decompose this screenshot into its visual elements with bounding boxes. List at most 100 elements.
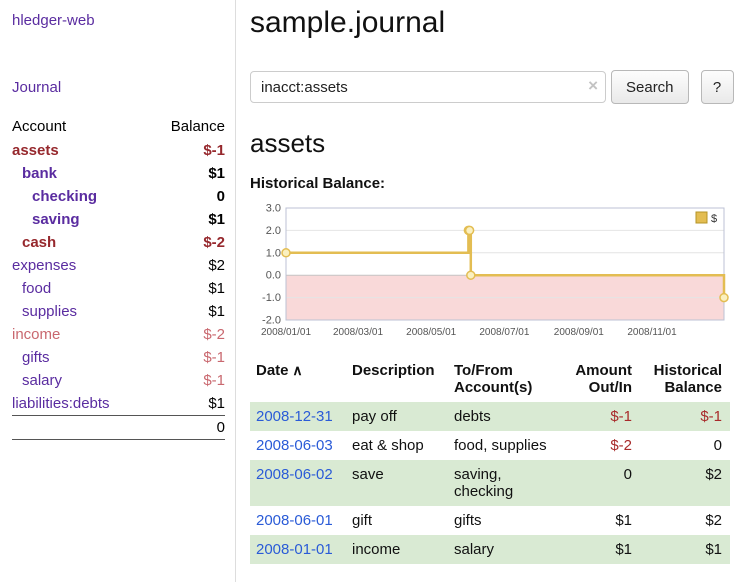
register-row: 2008-12-31pay offdebts$-1$-1	[250, 402, 730, 431]
cell-balance: $2	[640, 506, 730, 535]
account-link[interactable]: bank	[22, 165, 57, 182]
cell-description: eat & shop	[346, 431, 448, 460]
transaction-date-link[interactable]: 2008-01-01	[256, 541, 333, 558]
account-link[interactable]: salary	[22, 372, 62, 389]
account-link[interactable]: checking	[32, 188, 97, 205]
account-row: checking 0	[12, 185, 225, 208]
account-row: income $-2	[12, 323, 225, 346]
account-link[interactable]: expenses	[12, 257, 76, 274]
account-link[interactable]: food	[22, 280, 51, 297]
cell-description: gift	[346, 506, 448, 535]
x-tick-label: 2008/07/01	[479, 327, 529, 338]
account-row: liabilities:debts $1	[12, 392, 225, 416]
data-point-marker	[720, 294, 728, 302]
register-header-description: Description	[346, 360, 448, 402]
y-tick-label: 1.0	[266, 247, 281, 259]
cell-date: 2008-06-01	[250, 506, 346, 535]
y-tick-label: -1.0	[262, 292, 281, 304]
account-row: saving $1	[12, 208, 225, 231]
account-row: gifts$-1	[12, 346, 225, 369]
cell-accounts: salary	[448, 535, 560, 564]
register-header-historical: Historical Balance	[640, 360, 730, 402]
account-balance: $-2	[149, 231, 225, 254]
cell-amount: $1	[560, 535, 640, 564]
account-row: cash $-2	[12, 231, 225, 254]
register-header-to-from: To/From Account(s)	[448, 360, 560, 402]
account-balance: $-1	[149, 139, 225, 162]
journal-link[interactable]: Journal	[12, 79, 61, 96]
cell-date: 2008-12-31	[250, 402, 346, 431]
accounts-table: Account Balance assets$-1bank$1checking0…	[12, 114, 225, 440]
account-balance: $1	[149, 208, 225, 231]
account-balance: $1	[149, 277, 225, 300]
y-tick-label: 0.0	[266, 270, 281, 282]
account-link[interactable]: gifts	[22, 349, 50, 366]
cell-date: 2008-06-02	[250, 460, 346, 506]
account-row: bank$1	[12, 162, 225, 185]
app-window: hledger-web Journal Account Balance asse…	[0, 0, 742, 582]
x-tick-label: 2008/09/01	[554, 327, 604, 338]
sort-asc-icon: ∧	[289, 362, 303, 378]
cell-date: 2008-01-01	[250, 535, 346, 564]
account-link[interactable]: income	[12, 326, 60, 343]
data-point-marker	[282, 249, 290, 257]
register-header-date[interactable]: Date ∧	[250, 360, 346, 402]
account-link[interactable]: cash	[22, 234, 56, 251]
x-tick-label: 2008/03/01	[333, 327, 383, 338]
legend-label: $	[711, 213, 717, 225]
account-row: assets $-1	[12, 139, 225, 162]
x-tick-label: 2008/05/01	[406, 327, 456, 338]
app-home-link[interactable]: hledger-web	[12, 12, 95, 29]
account-balance: $1	[149, 300, 225, 323]
account-balance: $-1	[149, 369, 225, 392]
account-balance: 0	[149, 185, 225, 208]
transaction-date-link[interactable]: 2008-12-31	[256, 408, 333, 425]
search-button[interactable]: Search	[611, 70, 689, 104]
journal-nav: Journal	[12, 79, 225, 96]
transaction-date-link[interactable]: 2008-06-03	[256, 437, 333, 454]
cell-amount: $-1	[560, 402, 640, 431]
x-tick-label: 2008/01/01	[261, 327, 311, 338]
cell-date: 2008-06-03	[250, 431, 346, 460]
search-input-wrap: ×	[250, 71, 606, 103]
register-header-row: Date ∧DescriptionTo/From Account(s)Amoun…	[250, 360, 730, 402]
x-tick-label: 2008/11/01	[627, 327, 677, 338]
account-link[interactable]: saving	[32, 211, 80, 228]
accounts-total-value: 0	[149, 416, 225, 440]
transaction-date-link[interactable]: 2008-06-01	[256, 512, 333, 529]
account-balance: $1	[149, 392, 225, 416]
historical-balance-chart: 3.02.01.00.0-1.0-2.02008/01/012008/03/01…	[250, 198, 732, 348]
help-button[interactable]: ?	[701, 70, 734, 104]
account-row: supplies $1	[12, 300, 225, 323]
cell-description: income	[346, 535, 448, 564]
account-link[interactable]: liabilities:debts	[12, 395, 110, 412]
cell-description: save	[346, 460, 448, 506]
account-link[interactable]: supplies	[22, 303, 77, 320]
sidebar: hledger-web Journal Account Balance asse…	[0, 0, 236, 582]
register-row: 2008-06-02savesaving, checking0$2	[250, 460, 730, 506]
register-header-label: Date	[256, 362, 289, 379]
cell-accounts: food, supplies	[448, 431, 560, 460]
account-balance: $2	[149, 254, 225, 277]
search-input[interactable]	[250, 71, 606, 103]
cell-amount: $1	[560, 506, 640, 535]
transaction-date-link[interactable]: 2008-06-02	[256, 466, 333, 483]
register-header-label: Historical Balance	[654, 362, 722, 396]
account-link[interactable]: assets	[12, 142, 59, 159]
account-heading: assets	[250, 128, 734, 159]
clear-search-icon[interactable]: ×	[588, 77, 598, 94]
register-row: 2008-06-01 giftgifts$1$2	[250, 506, 730, 535]
register-header-amount: Amount Out/In	[560, 360, 640, 402]
app-title: hledger-web	[12, 12, 225, 29]
cell-description: pay off	[346, 402, 448, 431]
cell-accounts: gifts	[448, 506, 560, 535]
cell-balance: 0	[640, 431, 730, 460]
accounts-total-spacer	[12, 416, 149, 440]
y-tick-label: -2.0	[262, 315, 281, 327]
y-tick-label: 3.0	[266, 203, 281, 215]
accounts-header-row: Account Balance	[12, 114, 225, 139]
cell-amount: 0	[560, 460, 640, 506]
account-row: salary $-1	[12, 369, 225, 392]
main-content: sample.journal × Search ? assets Histori…	[236, 0, 742, 582]
account-balance: $-2	[149, 323, 225, 346]
